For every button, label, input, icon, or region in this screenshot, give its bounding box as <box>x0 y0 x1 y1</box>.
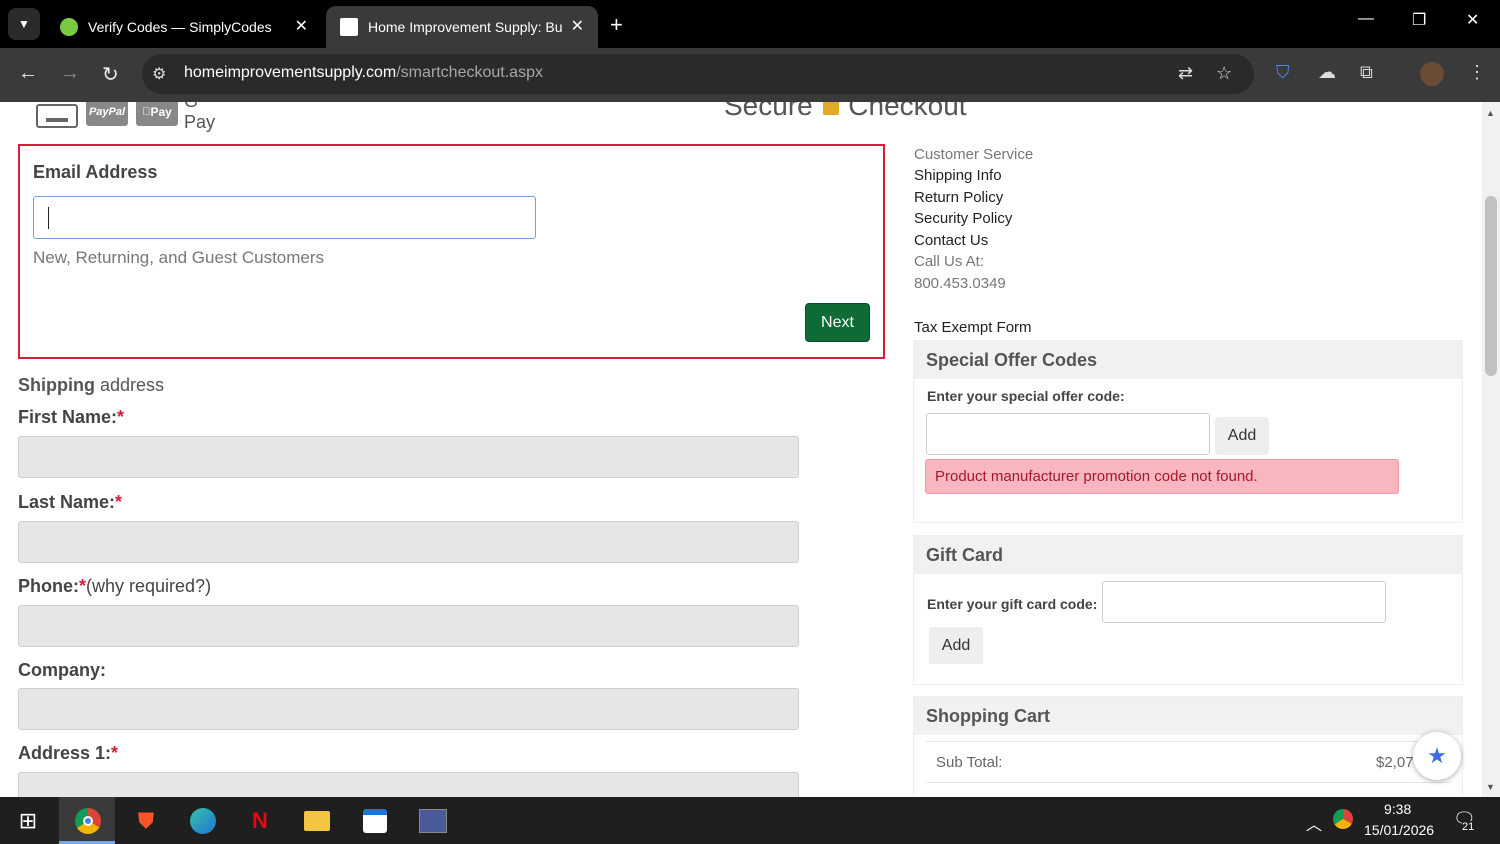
clock-time[interactable]: 9:38 <box>1384 801 1411 817</box>
subtotal-label: Sub Total: <box>936 754 1003 771</box>
email-input[interactable] <box>33 196 536 239</box>
return-policy-link[interactable]: Return Policy <box>914 189 1003 206</box>
gift-card-input[interactable] <box>1102 581 1386 623</box>
menu-icon[interactable]: ⋮ <box>1468 62 1486 83</box>
back-icon[interactable]: ← <box>18 62 38 85</box>
close-tab-icon[interactable]: ✕ <box>295 16 308 36</box>
browser-toolbar: ← → ↻ ⚙ homeimprovementsupply.com/smartc… <box>0 48 1500 102</box>
card-icon <box>36 104 78 128</box>
address1-input[interactable] <box>18 772 799 797</box>
netflix-icon[interactable]: N <box>244 805 276 837</box>
chrome-icon[interactable] <box>72 805 104 837</box>
scrollbar[interactable]: ▲ ▼ <box>1482 102 1500 797</box>
browser-titlebar: ▼ Verify Codes — SimplyCodes ✕ Home Impr… <box>0 0 1500 48</box>
simplycodes-icon <box>60 18 78 36</box>
customer-service-heading: Customer Service <box>914 146 1034 163</box>
next-button[interactable]: Next <box>805 303 870 342</box>
tab-search-button[interactable]: ▼ <box>8 8 40 40</box>
call-us-label: Call Us At: <box>914 253 985 270</box>
minimize-icon[interactable]: — <box>1358 10 1374 28</box>
clock-date[interactable]: 15/01/2026 <box>1364 822 1434 838</box>
close-window-icon[interactable]: ✕ <box>1466 10 1479 30</box>
forward-icon[interactable]: → <box>60 62 80 85</box>
brave-icon[interactable]: ⛊ <box>130 805 162 837</box>
shopping-cart-panel: Shopping Cart Sub Total: $2,07 <box>913 696 1463 797</box>
email-hint: New, Returning, and Guest Customers <box>33 248 325 267</box>
extensions-icon[interactable]: ⧉ <box>1360 62 1373 83</box>
phone-number: 800.453.0349 <box>914 275 1006 292</box>
tab-simplycodes[interactable]: Verify Codes — SimplyCodes ✕ <box>46 6 322 48</box>
last-name-input[interactable] <box>18 521 799 563</box>
email-section: Email Address New, Returning, and Guest … <box>18 144 885 359</box>
phone-label: Phone:*(why required?) <box>18 576 212 596</box>
subtotal-row: Sub Total: $2,07 <box>926 741 1451 783</box>
shipping-info-link[interactable]: Shipping Info <box>914 167 1002 184</box>
gift-card-title: Gift Card <box>914 536 1462 574</box>
address1-label: Address 1:* <box>18 743 119 763</box>
tray-chevron-icon[interactable]: ︿ <box>1306 811 1322 835</box>
phone-input[interactable] <box>18 605 799 647</box>
checkout-page: PayPal Pay G Pay Secure Checkout Email … <box>0 102 1482 797</box>
gift-card-panel: Gift Card Enter your gift card code: Add <box>913 535 1463 685</box>
cloud-icon[interactable]: ☁ <box>1318 62 1336 83</box>
new-tab-icon[interactable]: + <box>610 12 623 38</box>
scrollbar-thumb[interactable] <box>1485 196 1497 376</box>
first-name-input[interactable] <box>18 436 799 478</box>
windows-taskbar: ⊞ ⛊ N ︿ 9:38 15/01/2026 🗨 21 <box>0 797 1500 844</box>
shopping-cart-title: Shopping Cart <box>914 697 1462 735</box>
windows-start-icon[interactable]: ⊞ <box>12 805 44 837</box>
store-icon[interactable] <box>359 805 391 837</box>
edge-icon[interactable] <box>187 805 219 837</box>
google-pay-icon: G Pay <box>184 102 216 132</box>
security-policy-link[interactable]: Security Policy <box>914 210 1012 227</box>
tab-home-improvement[interactable]: Home Improvement Supply: Bu ✕ <box>326 6 598 48</box>
lock-icon <box>822 102 839 115</box>
site-icon <box>340 18 358 36</box>
address-bar[interactable]: ⚙ homeimprovementsupply.com/smartcheckou… <box>142 54 1254 94</box>
tax-exempt-link[interactable]: Tax Exempt Form <box>914 319 1032 336</box>
url-text[interactable]: homeimprovementsupply.com/smartcheckout.… <box>184 64 543 82</box>
email-label: Email Address <box>33 162 158 182</box>
site-info-icon[interactable]: ⚙ <box>152 64 166 84</box>
gift-card-prompt: Enter your gift card code: <box>927 596 1098 612</box>
why-required-link[interactable]: (why required?) <box>86 576 211 596</box>
gift-card-add-button[interactable]: Add <box>929 627 983 664</box>
tab-title: Home Improvement Supply: Bu <box>368 19 563 35</box>
offer-add-button[interactable]: Add <box>1215 417 1269 455</box>
apple-pay-icon: Pay <box>136 102 178 126</box>
last-name-label: Last Name:* <box>18 492 123 512</box>
first-name-label: First Name:* <box>18 407 125 427</box>
scroll-down-icon[interactable]: ▼ <box>1486 782 1495 792</box>
star-icon[interactable]: ☆ <box>1216 63 1232 84</box>
special-offer-panel: Special Offer Codes Enter your special o… <box>913 340 1463 523</box>
tab-title: Verify Codes — SimplyCodes <box>88 19 272 35</box>
page-title: Secure Checkout <box>724 102 967 121</box>
notification-count: 21 <box>1462 821 1475 833</box>
text-caret <box>48 207 49 229</box>
shield-icon[interactable]: ⛉ <box>1276 62 1290 83</box>
contact-us-link[interactable]: Contact Us <box>914 232 988 249</box>
reload-icon[interactable]: ↻ <box>102 62 119 87</box>
scroll-up-icon[interactable]: ▲ <box>1486 108 1495 118</box>
subtotal-value: $2,07 <box>1376 754 1414 771</box>
translate-icon[interactable]: ⇄ <box>1178 63 1193 84</box>
assistant-icon[interactable]: ★ <box>1413 732 1461 780</box>
close-tab-icon[interactable]: ✕ <box>571 16 584 36</box>
restore-icon[interactable]: ❐ <box>1412 10 1426 30</box>
company-input[interactable] <box>18 688 799 730</box>
file-explorer-icon[interactable] <box>301 805 333 837</box>
paypal-icon: PayPal <box>86 102 128 126</box>
shipping-heading: Shipping address <box>18 375 165 395</box>
offer-error-message: Product manufacturer promotion code not … <box>925 459 1399 494</box>
offer-prompt: Enter your special offer code: <box>927 388 1125 404</box>
game-icon[interactable] <box>417 805 449 837</box>
company-label: Company: <box>18 660 107 680</box>
offer-code-input[interactable] <box>926 413 1210 455</box>
avatar[interactable] <box>1420 62 1444 86</box>
special-offer-title: Special Offer Codes <box>914 341 1462 379</box>
tray-chrome-icon[interactable] <box>1333 809 1353 829</box>
